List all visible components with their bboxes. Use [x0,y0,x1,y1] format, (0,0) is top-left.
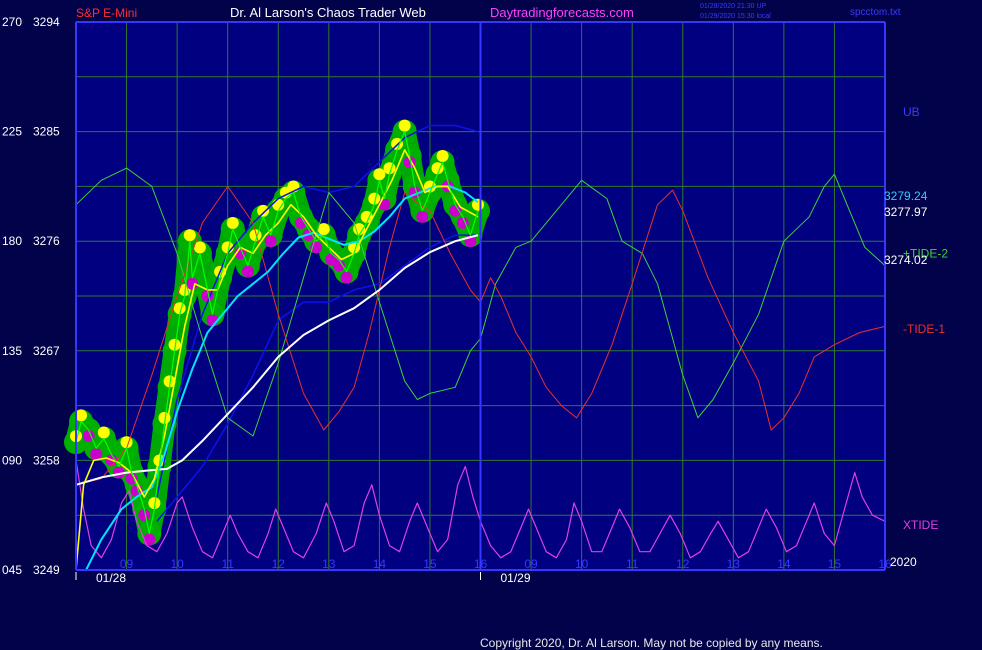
timestamp-1: 01/28/2020 21:30 UP [700,3,766,10]
y-tick-price: 3294 [33,15,60,29]
yellow-turn-dot [226,217,239,230]
y-tick-index: 270 [2,15,22,29]
x-tick-label: 12 [676,557,690,571]
price-readout: 3274.02 [884,253,928,267]
x-tick-label: 09 [120,557,134,571]
timestamp-2: 01/29/2020 15:30 local [700,13,771,20]
right-side-labels: UB+TIDE-2-TIDE-1XTIDE3279.243277.973274.… [884,105,948,532]
x-tick-label: 13 [322,557,336,571]
price-readout: 3277.97 [884,205,928,219]
y-tick-labels: 270 3294 225 3285 180 3276 135 3267 090 3258 045 32… [2,15,60,577]
y-tick-price: 3285 [33,125,60,139]
yellow-turn-dot [373,168,386,181]
x-tick-label: 15 [423,557,437,571]
y-tick-price: 3249 [33,563,60,577]
magenta-turn-dot [416,210,429,223]
x-tick-label: 16 [474,557,488,571]
yellow-turn-dot [471,198,484,211]
site-link[interactable]: Daytradingforecasts.com [490,5,634,20]
x-tick-label: 09 [524,557,538,571]
copyright: Copyright 2020, Dr. Al Larson. May not b… [480,636,823,650]
yellow-turn-dot [183,229,196,242]
chart-canvas: 270 3294 225 3285 180 3276 135 3267 090 3258 045 32… [2,3,948,650]
y-tick-price: 3276 [33,234,60,248]
y-tick-index: 135 [2,344,22,358]
x-tick-label: 13 [727,557,741,571]
series-label: UB [903,105,920,119]
x-tick-label: 11 [626,557,639,571]
series-label: XTIDE [903,518,938,532]
y-tick-index: 045 [2,563,22,577]
chart-title: Dr. Al Larson's Chaos Trader Web [230,5,426,20]
magenta-turn-dot [340,271,353,284]
y-tick-price: 3267 [33,344,60,358]
yellow-turn-dot [97,426,110,439]
x-tick-label: 14 [777,557,791,571]
yellow-turn-dot [120,436,133,449]
file-label: spcctom.txt [850,7,901,18]
y-tick-index: 225 [2,125,22,139]
y-tick-price: 3258 [33,453,60,467]
x-tick-label: 12 [272,557,286,571]
magenta-turn-dot [241,265,254,278]
price-readout: 3279.24 [884,189,928,203]
x-tick-label: 10 [575,557,589,571]
date-marker-label: 01/29 [501,571,531,585]
year-label: 2020 [890,555,917,569]
yellow-turn-dot [398,119,411,132]
magenta-turn-dot [310,241,323,254]
y-tick-index: 090 [2,453,22,467]
instrument-label: S&P E-Mini [76,6,137,20]
date-marker-label: 01/28 [96,571,126,585]
yellow-turn-dot [257,204,270,217]
yellow-turn-dot [436,150,449,163]
magenta-turn-dot [264,235,277,248]
x-tick-label: 15 [828,557,842,571]
x-tick-label: 10 [170,557,184,571]
x-tick-label: 14 [373,557,387,571]
magenta-turn-dot [143,533,156,546]
x-tick-label: 11 [221,557,234,571]
y-tick-index: 180 [2,234,22,248]
series-label: -TIDE-1 [903,322,945,336]
